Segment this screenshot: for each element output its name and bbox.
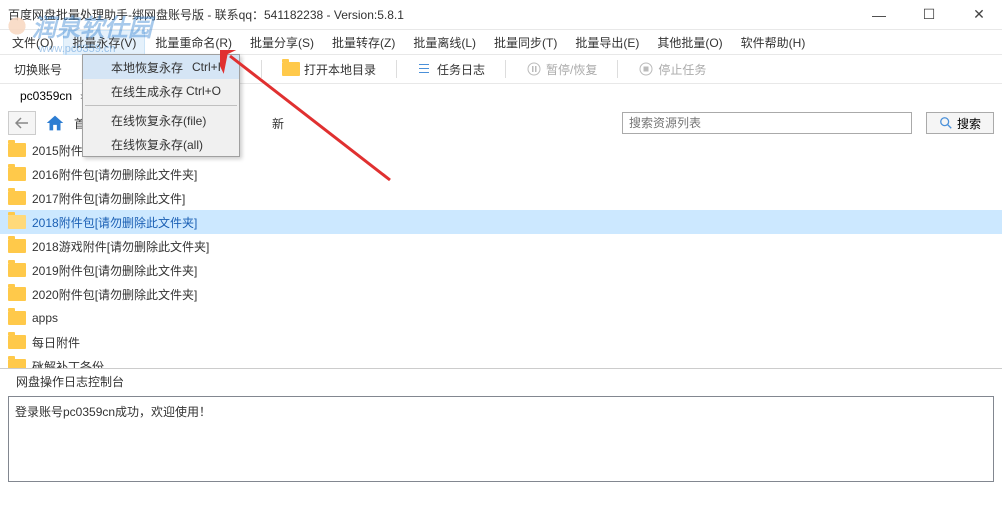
- nav-refresh-label: 新: [272, 115, 284, 132]
- file-list: 2015附件包 2016附件包[请勿删除此文件夹] 2017附件包[请勿删除此文…: [0, 138, 1002, 368]
- menu-batch-sync[interactable]: 批量同步(T): [486, 31, 565, 54]
- dropdown-label: 在线生成永存: [111, 83, 183, 100]
- file-name: 2018附件包[请勿删除此文件夹]: [32, 214, 197, 231]
- folder-icon: [8, 191, 26, 205]
- folder-icon: [8, 263, 26, 277]
- file-name: 2019附件包[请勿删除此文件夹]: [32, 262, 197, 279]
- folder-icon: [282, 62, 300, 76]
- file-name: apps: [32, 311, 58, 325]
- menu-batch-export[interactable]: 批量导出(E): [567, 31, 647, 54]
- breadcrumb-account[interactable]: pc0359cn: [20, 89, 72, 103]
- titlebar: 百度网盘批量处理助手-绑网盘账号版 - 联系qq：541182238 - Ver…: [0, 0, 1002, 30]
- folder-icon: [8, 311, 26, 325]
- menubar: 文件(O) 批量永存(V) 批量重命名(R) 批量分享(S) 批量转存(Z) 批…: [0, 30, 1002, 54]
- file-name: 2017附件包[请勿删除此文件]: [32, 190, 185, 207]
- file-row[interactable]: 2019附件包[请勿删除此文件夹]: [0, 258, 1002, 282]
- file-row[interactable]: 每日附件: [0, 330, 1002, 354]
- stop-task-button[interactable]: 停止任务: [632, 58, 712, 81]
- file-name: 2020附件包[请勿删除此文件夹]: [32, 286, 197, 303]
- folder-open-icon: [8, 215, 26, 229]
- dropdown-separator: [85, 105, 237, 106]
- back-arrow-icon: [15, 117, 29, 129]
- file-row[interactable]: 2018游戏附件[请勿删除此文件夹]: [0, 234, 1002, 258]
- open-local-button[interactable]: 打开本地目录: [276, 58, 382, 81]
- task-log-label: 任务日志: [437, 61, 485, 78]
- file-row[interactable]: 2016附件包[请勿删除此文件夹]: [0, 162, 1002, 186]
- dropdown-menu: 本地恢复永存 Ctrl+I 在线生成永存 Ctrl+O 在线恢复永存(file)…: [82, 54, 240, 157]
- file-name: 2016附件包[请勿删除此文件夹]: [32, 166, 197, 183]
- menu-file[interactable]: 文件(O): [4, 31, 61, 54]
- folder-icon: [8, 335, 26, 349]
- dropdown-item-online-restore-all[interactable]: 在线恢复永存(all): [83, 132, 239, 156]
- menu-batch-transfer[interactable]: 批量转存(Z): [324, 31, 403, 54]
- window-title: 百度网盘批量处理助手-绑网盘账号版 - 联系qq：541182238 - Ver…: [8, 6, 864, 23]
- dropdown-label: 在线恢复永存(file): [111, 112, 206, 129]
- switch-account-label: 切换账号: [14, 61, 62, 78]
- file-name: 砯解补丁各份: [32, 358, 104, 369]
- search-button-label: 搜索: [957, 115, 981, 132]
- menu-batch-save[interactable]: 批量永存(V): [63, 30, 145, 55]
- dropdown-item-local-restore[interactable]: 本地恢复永存 Ctrl+I: [83, 55, 239, 79]
- file-row[interactable]: 2018附件包[请勿删除此文件夹]: [0, 210, 1002, 234]
- stop-task-label: 停止任务: [658, 61, 706, 78]
- minimize-button[interactable]: —: [864, 5, 894, 25]
- folder-icon: [8, 287, 26, 301]
- back-button[interactable]: [8, 111, 36, 135]
- dropdown-label: 本地恢复永存: [111, 59, 183, 76]
- menu-other-batch[interactable]: 其他批量(O): [649, 31, 730, 54]
- file-name: 2018游戏附件[请勿删除此文件夹]: [32, 238, 209, 255]
- file-row[interactable]: 2017附件包[请勿删除此文件]: [0, 186, 1002, 210]
- console-line: 登录账号pc0359cn成功，欢迎使用！: [15, 405, 211, 419]
- menu-batch-rename[interactable]: 批量重命名(R): [147, 31, 240, 54]
- maximize-button[interactable]: ☐: [914, 5, 944, 25]
- search-button[interactable]: 搜索: [926, 112, 994, 134]
- menu-help[interactable]: 软件帮助(H): [733, 31, 814, 54]
- dropdown-shortcut: Ctrl+I: [192, 60, 221, 74]
- folder-icon: [8, 167, 26, 181]
- folder-icon: [8, 359, 26, 368]
- menu-batch-offline[interactable]: 批量离线(L): [405, 31, 484, 54]
- switch-account-button[interactable]: 切换账号: [8, 58, 68, 81]
- open-local-label: 打开本地目录: [304, 61, 376, 78]
- file-row[interactable]: 2020附件包[请勿删除此文件夹]: [0, 282, 1002, 306]
- dropdown-shortcut: Ctrl+O: [186, 84, 221, 98]
- task-log-button[interactable]: 任务日志: [411, 58, 491, 81]
- stop-icon: [638, 61, 654, 77]
- file-row[interactable]: apps: [0, 306, 1002, 330]
- dropdown-item-online-restore-file[interactable]: 在线恢复永存(file): [83, 108, 239, 132]
- pause-resume-button[interactable]: 暂停/恢复: [520, 58, 603, 81]
- menu-batch-share[interactable]: 批量分享(S): [242, 31, 322, 54]
- file-name: 每日附件: [32, 334, 80, 351]
- pause-resume-label: 暂停/恢复: [546, 61, 597, 78]
- console-output: 登录账号pc0359cn成功，欢迎使用！: [8, 396, 994, 482]
- list-icon: [417, 61, 433, 77]
- dropdown-label: 在线恢复永存(all): [111, 136, 203, 153]
- search-icon: [939, 116, 953, 130]
- file-row[interactable]: 砯解补丁各份: [0, 354, 1002, 368]
- pause-icon: [526, 61, 542, 77]
- breadcrumb-account-label: pc0359cn: [20, 89, 72, 103]
- folder-icon: [8, 239, 26, 253]
- dropdown-item-online-generate[interactable]: 在线生成永存 Ctrl+O: [83, 79, 239, 103]
- search-input[interactable]: [622, 112, 912, 134]
- close-button[interactable]: ✕: [964, 5, 994, 25]
- folder-icon: [8, 143, 26, 157]
- console-label: 网盘操作日志控制台: [0, 368, 1002, 394]
- home-icon[interactable]: [44, 112, 66, 134]
